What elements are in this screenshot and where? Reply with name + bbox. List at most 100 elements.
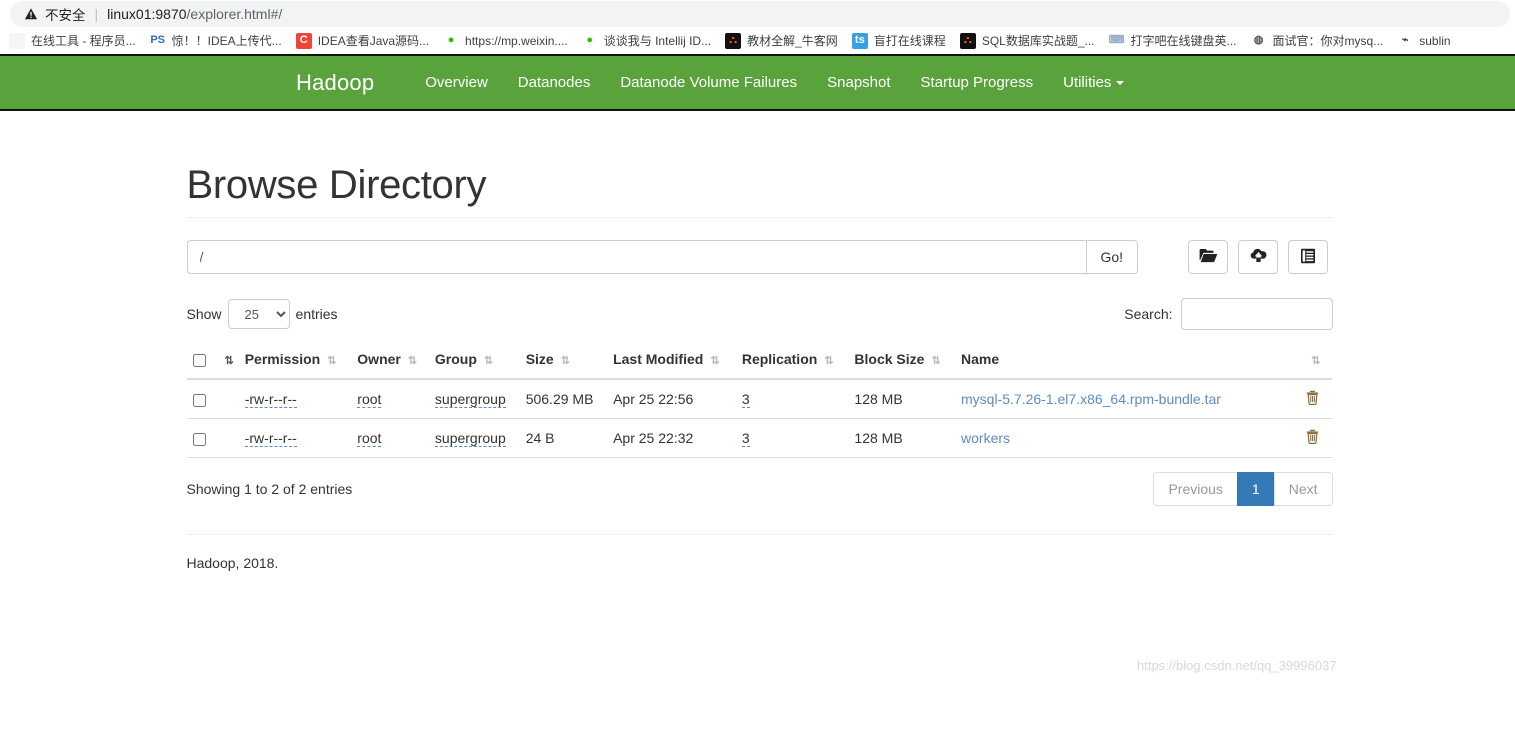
create-directory-button[interactable]	[1188, 240, 1229, 274]
replication-value[interactable]: 3	[741, 430, 750, 447]
nav-datanodes-label: Datanodes	[517, 74, 591, 91]
page-length-select[interactable]: 2550100	[227, 299, 290, 329]
omnibox-separator: |	[94, 6, 99, 22]
sort-icon: ⇅	[710, 354, 719, 367]
col-select-all[interactable]	[186, 343, 212, 380]
col-block-size[interactable]: Block Size ⇅	[848, 343, 956, 380]
nav-startup-progress[interactable]: Startup Progress	[906, 74, 1049, 91]
bookmark-favicon-ts-icon: ts	[851, 32, 868, 49]
col-replication[interactable]: Replication ⇅	[735, 343, 849, 380]
sort-icon: ⇅	[224, 354, 234, 367]
bookmark-item[interactable]: ⌨ 打字吧在线键盘英...	[1102, 29, 1244, 53]
file-name-link[interactable]: mysql-5.7.26-1.el7.x86_64.rpm-bundle.tar	[961, 391, 1221, 407]
path-input-group: Go!	[186, 240, 1139, 274]
col-actions[interactable]: ⇅	[1295, 343, 1332, 380]
url-path: /explorer.html#/	[186, 6, 283, 22]
cell-owner: root	[351, 418, 429, 458]
col-group[interactable]: Group ⇅	[428, 343, 520, 380]
bookmark-item[interactable]: ● 谈谈我与 Intellij ID...	[575, 29, 718, 53]
permission-value[interactable]: -rw-r--r--	[244, 430, 297, 447]
pagination-next[interactable]: Next	[1273, 472, 1333, 506]
bookmark-label: 谈谈我与 Intellij ID...	[603, 34, 712, 48]
bookmark-favicon-wechat-icon: ●	[581, 32, 598, 49]
files-table-header-row: ⇅ Permission ⇅ Owner ⇅ Group ⇅ Size ⇅ Last M…	[186, 343, 1332, 380]
row-select-cell[interactable]	[186, 418, 212, 458]
col-owner-label: Owner	[357, 351, 401, 367]
bookmark-item[interactable]: ◍ 面试官：你对mysq...	[1244, 29, 1391, 53]
footer-divider	[186, 534, 1333, 535]
bookmark-item[interactable]: ⌁ sublin	[1390, 29, 1457, 53]
row-select-cell[interactable]	[186, 379, 212, 419]
chevron-down-icon	[1116, 81, 1125, 86]
permission-value[interactable]: -rw-r--r--	[244, 391, 297, 408]
bookmark-item[interactable]: C IDEA查看Java源码...	[289, 29, 436, 53]
group-value[interactable]: supergroup	[434, 391, 506, 408]
nav-overview[interactable]: Overview	[410, 74, 503, 91]
nav-datanode-volume-failures[interactable]: Datanode Volume Failures	[605, 74, 812, 91]
replication-value[interactable]: 3	[741, 391, 750, 408]
nav-datanodes[interactable]: Datanodes	[503, 74, 606, 91]
show-label: Show	[186, 306, 222, 322]
col-group-label: Group	[434, 351, 477, 367]
bookmark-item[interactable]: ⛬ SQL数据库实战题_...	[953, 29, 1102, 53]
files-table: ⇅ Permission ⇅ Owner ⇅ Group ⇅ Size ⇅ Last M…	[186, 343, 1332, 458]
cell-size: 506.29 MB	[519, 379, 608, 419]
bookmark-label: sublin	[1419, 33, 1451, 48]
pagination-previous[interactable]: Previous	[1153, 472, 1237, 506]
group-value[interactable]: supergroup	[434, 430, 506, 447]
pagination-page-1[interactable]: 1	[1236, 472, 1274, 506]
bookmark-item[interactable]: 在线工具 - 程序员...	[2, 29, 143, 53]
cell-block-size: 128 MB	[848, 379, 956, 419]
cut-paste-button[interactable]	[1288, 240, 1329, 274]
nav-utilities[interactable]: Utilities	[1048, 74, 1139, 91]
path-action-buttons	[1178, 240, 1329, 274]
select-all-checkbox[interactable]	[192, 353, 206, 367]
hadoop-brand-link[interactable]: Hadoop	[296, 70, 374, 96]
delete-row-button[interactable]	[1305, 429, 1320, 446]
table-row: -rw-r--r-- root supergroup 24 B Apr 25 22:32…	[186, 418, 1332, 458]
go-button[interactable]: Go!	[1085, 240, 1139, 274]
table-row: -rw-r--r-- root supergroup 506.29 MB Apr 25 …	[186, 379, 1332, 419]
col-size[interactable]: Size ⇅	[519, 343, 608, 380]
col-sort-direction[interactable]: ⇅	[211, 343, 239, 380]
upload-files-button[interactable]	[1238, 240, 1279, 274]
col-owner[interactable]: Owner ⇅	[351, 343, 429, 380]
bookmark-label: 面试官：你对mysq...	[1272, 34, 1384, 48]
trash-icon	[1305, 390, 1320, 408]
col-size-label: Size	[525, 351, 554, 367]
nav-snapshot[interactable]: Snapshot	[812, 74, 905, 91]
bookmark-label: 盲打在线课程	[873, 34, 946, 48]
owner-value[interactable]: root	[357, 391, 382, 408]
cell-last-modified: Apr 25 22:32	[607, 418, 736, 458]
row-checkbox[interactable]	[192, 393, 206, 407]
file-name-link[interactable]: workers	[961, 430, 1010, 446]
table-footer: Showing 1 to 2 of 2 entries Previous 1 Nex…	[187, 471, 1333, 507]
col-name[interactable]: Name	[955, 343, 1296, 380]
watermark: https://blog.csdn.net/qq_39996037	[1137, 658, 1337, 673]
row-checkbox[interactable]	[192, 432, 206, 446]
bookmark-label: IDEA查看Java源码...	[317, 34, 430, 48]
bookmark-item[interactable]: PS 惊！！IDEA上传代...	[143, 29, 289, 53]
bookmark-favicon-sublime-icon: ⌁	[1397, 32, 1414, 49]
delete-row-button[interactable]	[1305, 390, 1320, 407]
bookmark-favicon-globe-icon: ◍	[1250, 32, 1267, 49]
not-secure-label: 不安全	[45, 8, 86, 23]
bookmark-label: 惊！！IDEA上传代...	[171, 34, 282, 48]
col-last-modified[interactable]: Last Modified ⇅	[607, 343, 736, 380]
cell-actions	[1295, 379, 1332, 419]
browser-chrome: 不安全 | linux01:9870/explorer.html#/ 在线工具 …	[0, 0, 1515, 54]
col-permission[interactable]: Permission ⇅	[238, 343, 352, 380]
search-input[interactable]	[1180, 298, 1333, 330]
bookmark-favicon-tools-icon	[9, 32, 25, 49]
nav-snapshot-label: Snapshot	[827, 74, 891, 91]
folder-open-icon	[1199, 248, 1218, 266]
bookmark-item[interactable]: ⛬ 教材全解_牛客网	[718, 29, 845, 53]
cell-size: 24 B	[519, 418, 608, 458]
url-host: linux01:9870	[107, 6, 187, 22]
address-bar[interactable]: 不安全 | linux01:9870/explorer.html#/	[10, 1, 1510, 27]
owner-value[interactable]: root	[357, 430, 382, 447]
bookmark-item[interactable]: ts 盲打在线课程	[845, 29, 953, 53]
bookmark-item[interactable]: ● https://mp.weixin....	[436, 29, 575, 53]
cell-replication: 3	[735, 418, 849, 458]
path-input[interactable]	[186, 240, 1086, 274]
